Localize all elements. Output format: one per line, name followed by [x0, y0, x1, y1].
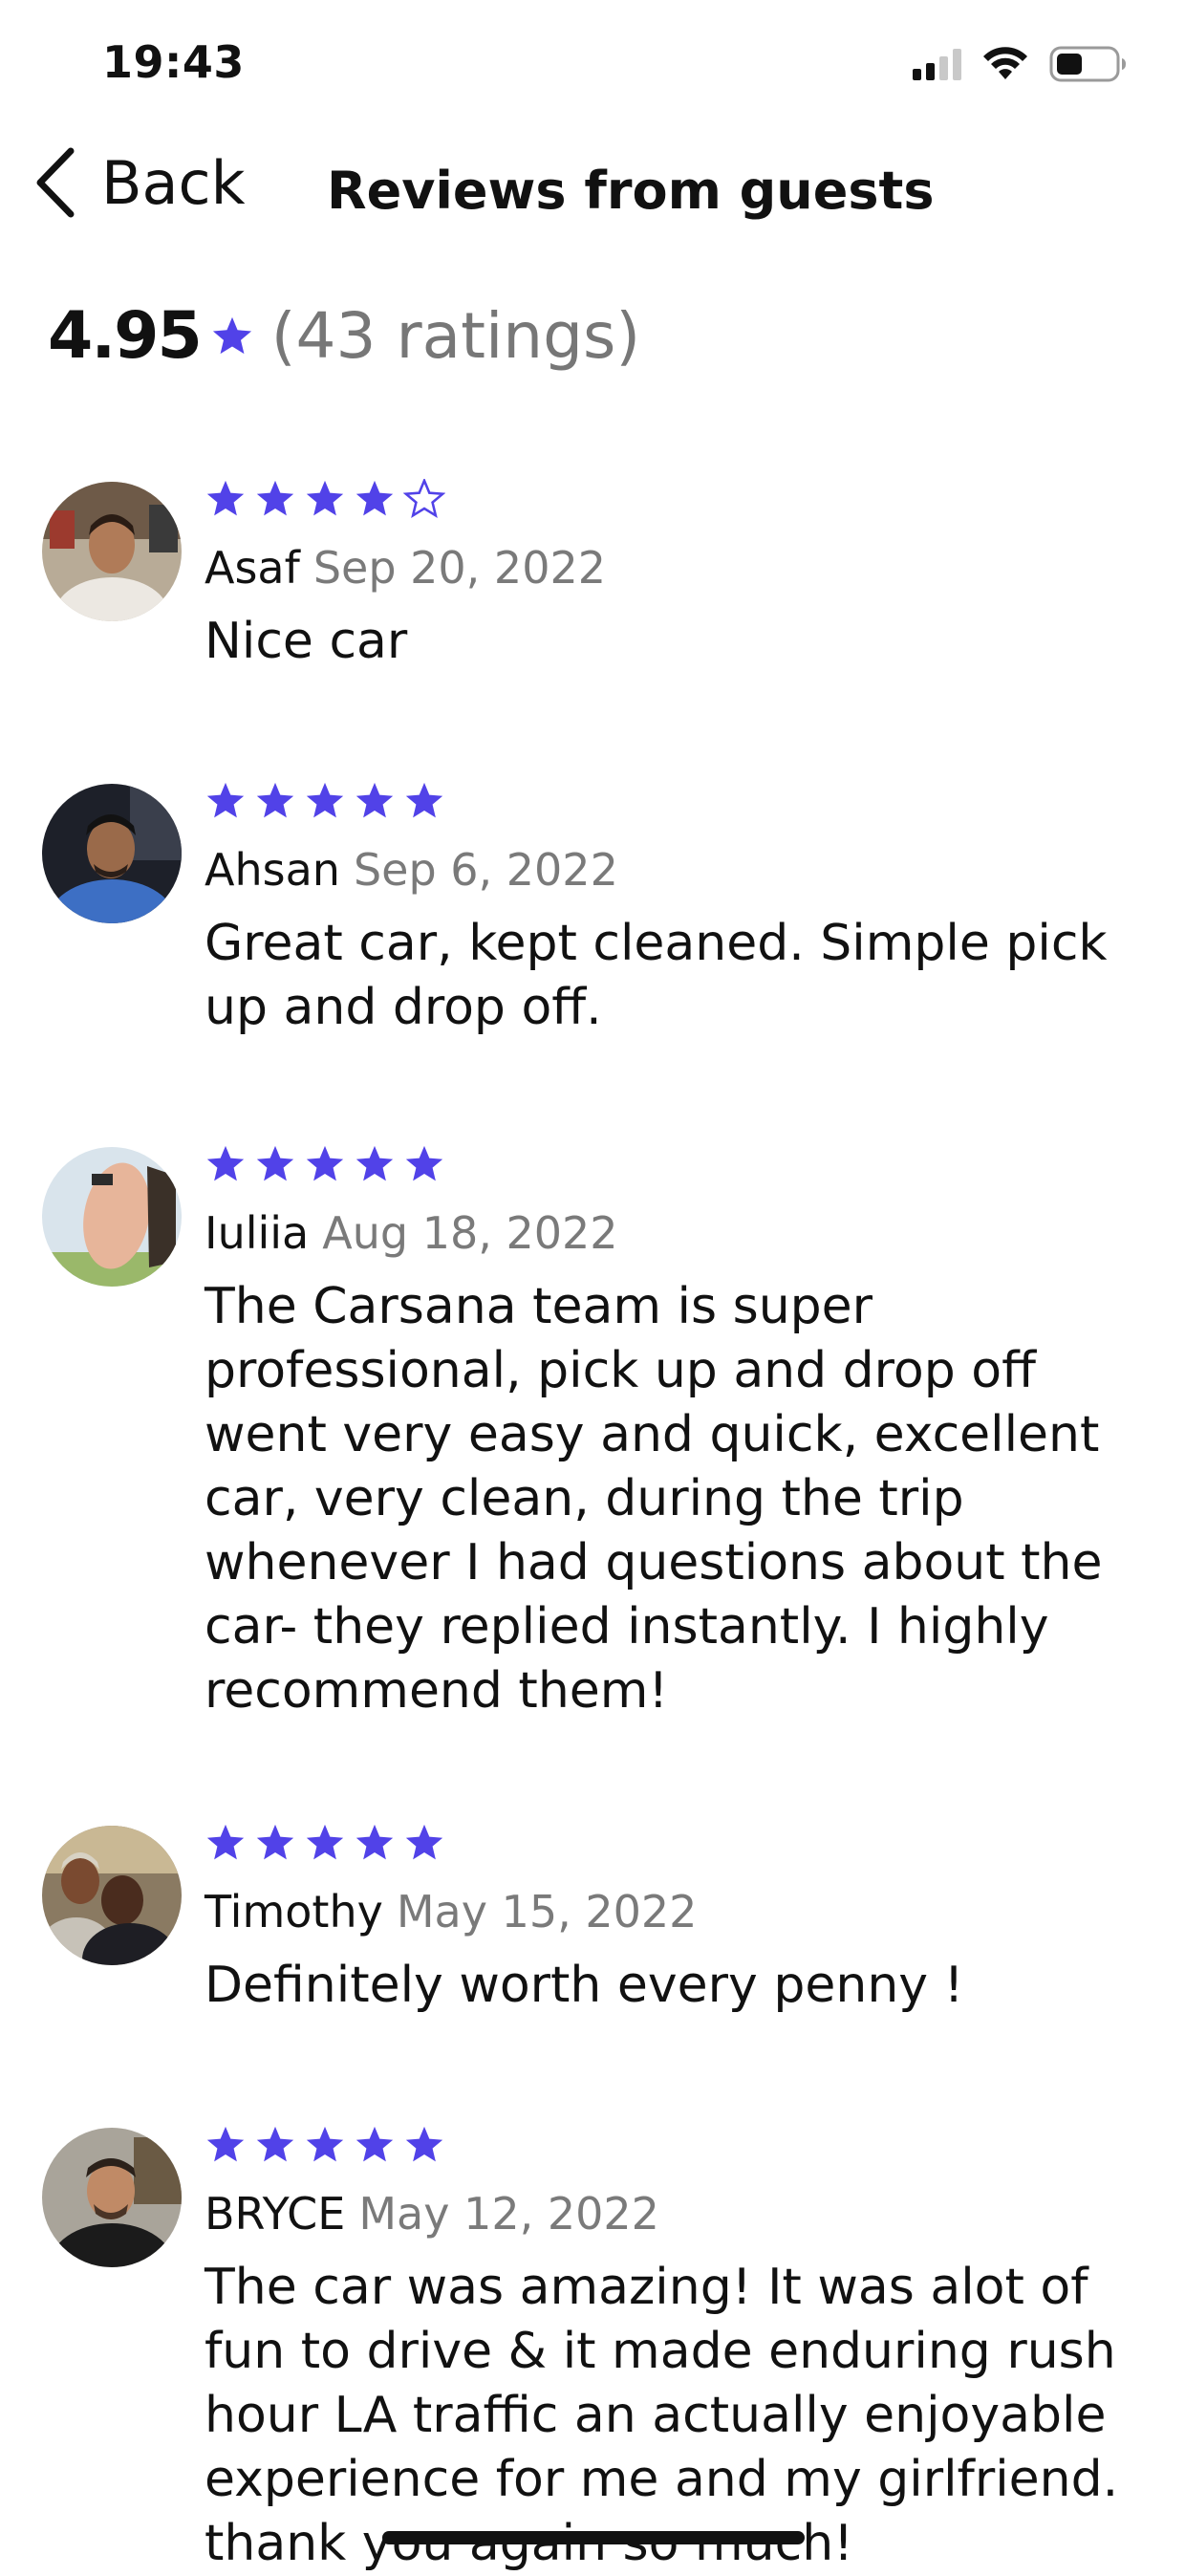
star-icon — [212, 316, 251, 354]
battery-icon — [1049, 46, 1126, 82]
star-filled-icon — [405, 782, 443, 818]
star-rating — [205, 1822, 1147, 1864]
review-date: Sep 20, 2022 — [312, 542, 606, 594]
page-title: Reviews from guests — [327, 161, 935, 221]
back-button[interactable]: Back — [34, 147, 246, 218]
star-filled-icon — [256, 2126, 294, 2162]
star-filled-icon — [306, 1824, 344, 1860]
star-filled-icon — [306, 1145, 344, 1181]
status-icons — [913, 46, 1128, 82]
avatar — [42, 1147, 182, 1287]
star-filled-icon — [206, 1145, 245, 1181]
reviewer-line: Iuliia Aug 18, 2022 — [205, 1206, 1147, 1260]
status-time: 19:43 — [102, 36, 245, 88]
review-date: Aug 18, 2022 — [322, 1207, 618, 1259]
star-filled-icon — [206, 2126, 245, 2162]
star-filled-icon — [356, 1824, 394, 1860]
status-bar: 19:43 — [0, 0, 1185, 124]
chevron-left-icon — [36, 147, 75, 218]
review-text: Great car, kept cleaned. Simple pick up … — [205, 915, 1108, 1036]
star-filled-icon — [256, 1824, 294, 1860]
review-item: BRYCE May 12, 2022 The car was amazing! I… — [0, 2124, 1185, 2576]
review-item: Timothy May 15, 2022 Definitely worth eve… — [0, 1822, 1185, 2018]
reviewer-name: Asaf — [205, 542, 300, 594]
star-filled-icon — [306, 782, 344, 818]
star-filled-icon — [256, 1145, 294, 1181]
reviewer-name: Timothy — [205, 1886, 383, 1937]
reviewer-line: Ahsan Sep 6, 2022 — [205, 843, 1147, 897]
star-filled-icon — [356, 1145, 394, 1181]
review-text: The Carsana team is super professional, … — [205, 1278, 1103, 1720]
avatar — [42, 784, 182, 923]
star-filled-icon — [405, 1824, 443, 1860]
reviewer-name: Iuliia — [205, 1207, 310, 1259]
star-filled-icon — [356, 480, 394, 516]
review-text: Nice car — [205, 613, 408, 670]
ratings-count: (43 ratings) — [270, 299, 641, 373]
review-date: May 15, 2022 — [396, 1886, 698, 1937]
avatar — [42, 1826, 182, 1965]
star-rating — [205, 1143, 1147, 1185]
star-filled-icon — [256, 782, 294, 818]
reviewer-line: Asaf Sep 20, 2022 — [205, 541, 1147, 595]
review-text: The car was amazing! It was alot of fun … — [205, 2259, 1119, 2572]
avatar — [42, 2128, 182, 2267]
star-filled-icon — [306, 480, 344, 516]
reviewer-name: Ahsan — [205, 844, 340, 896]
star-filled-icon — [405, 1145, 443, 1181]
star-rating — [205, 2124, 1147, 2166]
star-filled-icon — [256, 480, 294, 516]
reviewer-line: Timothy May 15, 2022 — [205, 1885, 1147, 1938]
star-filled-icon — [405, 2126, 443, 2162]
wifi-icon — [983, 47, 1027, 79]
star-filled-icon — [356, 2126, 394, 2162]
review-date: Sep 6, 2022 — [353, 844, 618, 896]
cellular-signal-icon — [913, 48, 961, 80]
review-item: Asaf Sep 20, 2022 Nice car — [0, 478, 1185, 674]
star-filled-icon — [306, 2126, 344, 2162]
star-filled-icon — [206, 782, 245, 818]
reviewer-name: BRYCE — [205, 2188, 346, 2240]
review-item: Iuliia Aug 18, 2022 The Carsana team is s… — [0, 1143, 1185, 1723]
star-filled-icon — [206, 1824, 245, 1860]
back-label: Back — [101, 147, 246, 218]
home-indicator[interactable] — [382, 2531, 805, 2544]
average-rating: 4.95 — [48, 298, 203, 374]
star-outline-icon — [403, 479, 445, 519]
review-text: Definitely worth every penny ! — [205, 1957, 964, 2014]
star-rating — [205, 478, 1147, 520]
star-filled-icon — [206, 480, 245, 516]
reviewer-line: BRYCE May 12, 2022 — [205, 2187, 1147, 2240]
star-rating — [205, 780, 1147, 822]
rating-summary: 4.95 (43 ratings) — [48, 298, 640, 374]
nav-bar: Back Reviews from guests — [0, 134, 1185, 239]
review-date: May 12, 2022 — [358, 2188, 659, 2240]
review-item: Ahsan Sep 6, 2022 Great car, kept cleaned… — [0, 780, 1185, 1040]
star-filled-icon — [356, 782, 394, 818]
avatar — [42, 482, 182, 621]
